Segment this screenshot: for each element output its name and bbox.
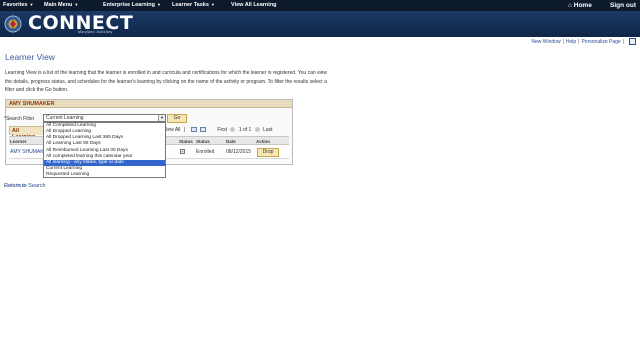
zoom-grid-icon[interactable] <box>190 127 197 133</box>
page-title: Learner View <box>5 52 55 62</box>
maryland-seal-icon <box>4 15 22 33</box>
date-value: 08/12/2015 <box>226 149 252 155</box>
favorites-label: Favorites <box>3 2 28 8</box>
page-info: 1 of 1 <box>238 127 252 133</box>
chevron-down-icon: ▼ <box>156 2 161 7</box>
selected-filter-value: Current Learning <box>46 115 84 121</box>
go-button[interactable]: Go <box>167 114 187 123</box>
learner-tasks-label: Learner Tasks <box>172 2 209 8</box>
home-link[interactable]: ⌂ Home <box>568 2 592 9</box>
search-filter-select[interactable]: Current Learning ▼ <box>43 114 166 122</box>
first-link[interactable]: First <box>217 127 227 133</box>
enterprise-learning-label: Enterprise Learning <box>103 2 155 8</box>
logo-subtitle: Maryland Judiciary <box>78 30 113 34</box>
main-menu-label: Main Menu <box>44 2 73 8</box>
download-icon[interactable] <box>199 127 206 133</box>
learner-tasks-menu[interactable]: Learner Tasks ▼ <box>172 2 215 8</box>
banner: CONNECT Maryland Judiciary <box>0 11 640 37</box>
tab-all-learning[interactable]: All Learning <box>9 126 45 140</box>
search-filter-options: All Completed Learning All Dropped Learn… <box>43 122 166 178</box>
chevron-down-icon: ▼ <box>29 2 34 7</box>
view-all-learning-label: View All Learning <box>231 2 277 8</box>
previous-icon[interactable] <box>230 127 236 133</box>
top-nav-bar: Favorites ▼ Main Menu ▼ Enterprise Learnin… <box>0 0 640 11</box>
return-to-search-link[interactable]: Return to Search Continue <box>4 183 46 189</box>
help-link[interactable]: Help <box>566 39 576 45</box>
home-label: Home <box>573 1 592 9</box>
dropdown-arrow-icon[interactable]: ▼ <box>158 115 165 121</box>
drop-button[interactable]: Drop <box>257 148 279 157</box>
last-link[interactable]: Last <box>263 127 272 133</box>
column-learner: Learner <box>10 138 27 144</box>
new-window-link[interactable]: New Window <box>531 39 560 45</box>
continue-label: Continue <box>4 183 27 189</box>
enterprise-learning-menu[interactable]: Enterprise Learning ▼ <box>103 2 161 8</box>
grid-navigation: View All | First 1 of 1 Last <box>163 127 273 133</box>
next-icon[interactable] <box>254 127 260 133</box>
sign-out-link[interactable]: Sign out <box>610 2 636 9</box>
chevron-down-icon: ▼ <box>74 2 79 7</box>
home-icon: ⌂ <box>568 1 572 9</box>
column-date: Date <box>226 138 236 144</box>
learner-name: AMY SHUMAKER <box>9 101 55 107</box>
status-expand-icon[interactable]: + <box>180 149 185 154</box>
learner-header: AMY SHUMAKER <box>6 100 292 108</box>
main-menu[interactable]: Main Menu ▼ <box>44 2 78 8</box>
page-settings-icon[interactable] <box>629 38 636 45</box>
personalize-page-link[interactable]: Personalize Page <box>581 39 620 45</box>
favorites-menu[interactable]: Favorites ▼ <box>3 2 33 8</box>
search-filter-label: *Search Filter <box>4 116 35 122</box>
page-toolbar: New Window | Help | Personalize Page | <box>531 39 624 45</box>
filter-option[interactable]: Requested Learning <box>44 172 165 178</box>
column-status-icon: Status <box>179 138 193 144</box>
view-all-learning-breadcrumb[interactable]: View All Learning <box>231 2 277 8</box>
page-description: Learning View is a list of the learning … <box>5 70 328 93</box>
chevron-down-icon: ▼ <box>210 2 215 7</box>
status-value: Enrolled <box>196 149 215 155</box>
column-status: Status <box>196 138 210 144</box>
column-action: Action <box>256 138 270 144</box>
